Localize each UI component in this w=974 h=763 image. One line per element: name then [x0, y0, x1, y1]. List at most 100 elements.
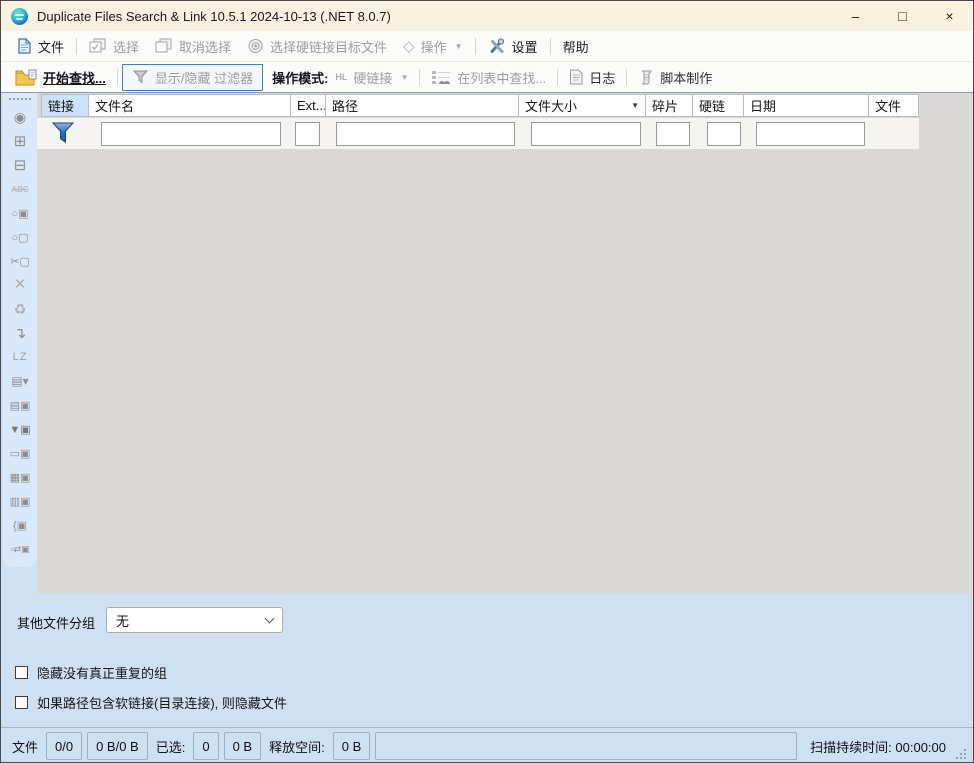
menu-item-help[interactable]: 帮助 [555, 33, 597, 60]
find-in-list-icon [431, 69, 451, 85]
column-header-link[interactable]: 链接 [41, 94, 89, 117]
remove-from-list-icon[interactable]: × [5, 273, 35, 297]
selection-subtract-icon[interactable]: ⊟ [5, 153, 35, 177]
funnel-icon [132, 69, 149, 85]
status-message-panel [375, 732, 797, 760]
scan-duration-value: 00:00:00 [895, 740, 946, 755]
toolbar-separator [557, 69, 558, 86]
group-by-label: 其他文件分组 [17, 613, 95, 632]
group-list-icon[interactable]: ▭▣ [5, 441, 35, 465]
start-search-button[interactable]: 开始查找... [8, 65, 113, 90]
column-header-ext[interactable]: Ext... [291, 94, 326, 117]
regroup-swap-icon[interactable]: ▫⇄▣ [5, 537, 35, 561]
link-select-new-icon[interactable]: ○▢ [5, 225, 35, 249]
column-header-filesize[interactable]: 文件大小▼ [519, 94, 646, 117]
app-window: Duplicate Files Search & Link 10.5.1 202… [0, 0, 974, 763]
script-scroll-icon [638, 69, 654, 85]
column-header-fragments[interactable]: 碎片 [646, 94, 693, 117]
menu-item-actions[interactable]: ◇ 操作 ▼ [395, 33, 470, 60]
minimize-button[interactable]: – [832, 1, 879, 31]
menu-separator [550, 38, 551, 55]
resize-grip[interactable] [955, 748, 967, 760]
recycle-bin-icon[interactable]: ♻ [5, 297, 35, 321]
menu-item-label: 选择 [113, 37, 139, 56]
actions-diamond-icon: ◇ [403, 37, 415, 55]
lz-compress-icon[interactable]: LZ [5, 345, 35, 369]
filter-input-date[interactable] [756, 122, 865, 146]
group-table-icon[interactable]: ▦▣ [5, 465, 35, 489]
menu-item-settings[interactable]: 设置 [480, 33, 546, 60]
hardlink-target-icon [247, 38, 264, 54]
menu-item-file[interactable]: 文件 [9, 33, 72, 60]
move-to-folder-icon[interactable]: ↴ [5, 321, 35, 345]
checkbox-label: 隐藏没有真正重复的组 [37, 663, 167, 682]
checkbox-box[interactable] [15, 666, 28, 679]
chevron-down-icon: ▼ [455, 42, 463, 51]
column-header-filename[interactable]: 文件名 [89, 94, 291, 117]
abc-compare-icon[interactable]: ABC [5, 177, 35, 201]
menu-item-label: 设置 [512, 37, 538, 56]
status-free-space-value: 0 B [333, 732, 371, 760]
toolbar-separator [419, 69, 420, 86]
menu-item-select-hardlink-targets[interactable]: 选择硬链接目标文件 [239, 33, 395, 60]
menu-item-label: 文件 [38, 37, 64, 56]
eye-select-icon[interactable]: ◉ [5, 105, 35, 129]
filter-funnel-icon [50, 120, 76, 147]
filter-input-path[interactable] [336, 122, 515, 146]
filter-input-fragments[interactable] [656, 122, 690, 146]
toolbar-separator [626, 69, 627, 86]
column-header-file[interactable]: 文件 [869, 94, 919, 117]
hardlink-mode-label: 硬链接 [353, 68, 392, 87]
menu-item-label: 选择硬链接目标文件 [270, 37, 387, 56]
menu-item-label: 帮助 [563, 37, 589, 56]
script-button[interactable]: 脚本制作 [631, 65, 719, 90]
group-rows-icon[interactable]: ▤▣ [5, 393, 35, 417]
group-filter-icon[interactable]: ▼▣ [5, 417, 35, 441]
status-files-size: 0 B/0 B [87, 732, 148, 760]
filter-input-hardlinks[interactable] [707, 122, 741, 146]
filter-toggle-button[interactable]: 显示/隐藏 过滤器 [122, 64, 263, 91]
filter-row [37, 118, 919, 149]
filter-input-filesize[interactable] [531, 122, 641, 146]
copy-list-menu-icon[interactable]: ▤▾ [5, 369, 35, 393]
link-select-checked-icon[interactable]: ○▣ [5, 201, 35, 225]
group-by-select[interactable]: 无 [106, 607, 283, 633]
maximize-button[interactable]: □ [879, 1, 926, 31]
app-logo-icon [11, 8, 28, 25]
menu-item-select[interactable]: 选择 [81, 33, 147, 60]
results-empty-area [37, 93, 974, 593]
filter-input-filename[interactable] [101, 122, 281, 146]
start-search-label: 开始查找... [43, 68, 106, 87]
checkbox-hide-files-softlink-paths[interactable]: 如果路径包含软链接(目录连接), 则隐藏文件 [15, 693, 287, 712]
log-button[interactable]: 日志 [562, 65, 622, 90]
column-header-hardlinks[interactable]: 硬链 [693, 94, 744, 117]
find-in-list-label: 在列表中查找... [457, 68, 546, 87]
status-selected-count: 0 [193, 732, 218, 760]
checkbox-hide-non-duplicate-groups[interactable]: 隐藏没有真正重复的组 [15, 663, 167, 682]
hardlink-mode-button[interactable]: HL 硬链接 ▼ [333, 65, 415, 90]
selection-add-icon[interactable]: ⊞ [5, 129, 35, 153]
menu-item-deselect[interactable]: 取消选择 [147, 33, 239, 60]
unlink-cut-icon[interactable]: ✂▢ [5, 249, 35, 273]
column-header-path[interactable]: 路径 [326, 94, 519, 117]
file-document-icon [17, 38, 32, 54]
menu-item-label: 取消选择 [179, 37, 231, 56]
folder-search-icon [15, 69, 37, 86]
title-bar: Duplicate Files Search & Link 10.5.1 202… [1, 1, 973, 31]
table-header-row: 链接 文件名 Ext... 路径 文件大小▼ 碎片 硬链 日期 文件 [41, 94, 919, 117]
settings-tools-icon [488, 37, 506, 55]
filter-toggle-label: 显示/隐藏 过滤器 [155, 68, 253, 87]
toolbar-grip[interactable] [9, 98, 31, 100]
filter-input-ext[interactable] [295, 122, 320, 146]
column-header-date[interactable]: 日期 [744, 94, 869, 117]
status-files-count: 0/0 [46, 732, 82, 760]
group-brace-icon[interactable]: {▣ [5, 513, 35, 537]
find-in-list-button[interactable]: 在列表中查找... [424, 65, 553, 90]
menu-bar: 文件 选择 取消选择 选择硬链接目标文件 ◇ 操作 ▼ [1, 31, 973, 62]
checkbox-box[interactable] [15, 696, 28, 709]
close-button[interactable]: × [926, 1, 973, 31]
group-columns-icon[interactable]: ▥▣ [5, 489, 35, 513]
status-selected-size: 0 B [224, 732, 262, 760]
window-controls: – □ × [832, 1, 973, 31]
chevron-down-icon: ▼ [400, 73, 408, 82]
